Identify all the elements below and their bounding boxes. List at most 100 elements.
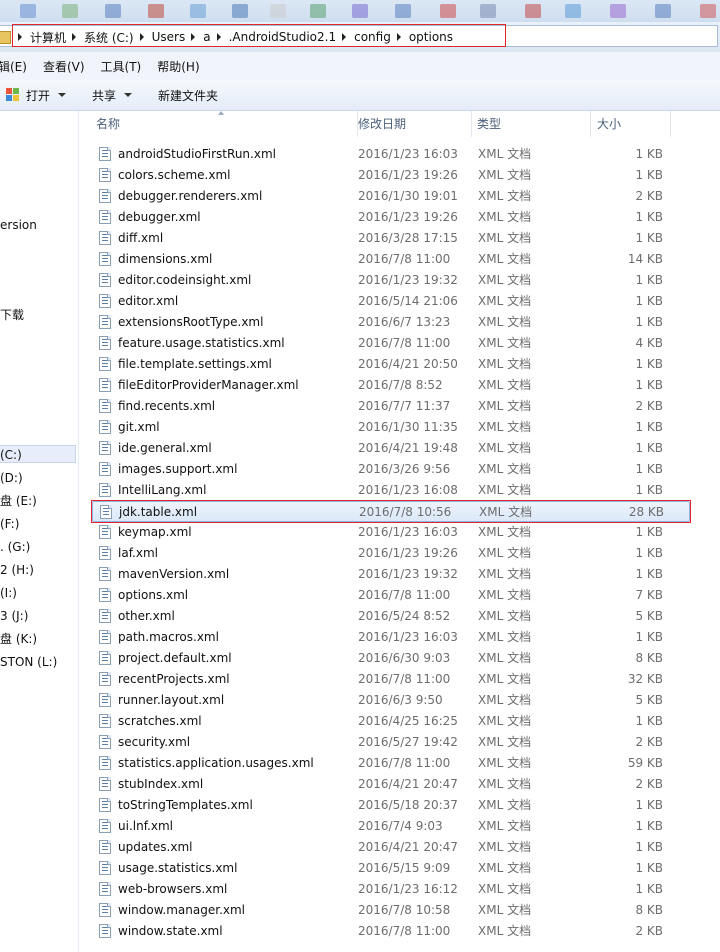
file-type: XML 文档: [478, 735, 532, 749]
table-row[interactable]: laf.xml 2016/1/23 19:26 XML 文档 1 KB: [92, 543, 690, 564]
nav-drive-item[interactable]: (D:): [0, 469, 23, 487]
file-name: scratches.xml: [118, 714, 202, 728]
nav-item[interactable]: ersion: [0, 216, 37, 234]
file-type: XML 文档: [478, 399, 532, 413]
file-type: XML 文档: [478, 630, 532, 644]
chevron-down-icon[interactable]: [124, 93, 133, 97]
nav-item[interactable]: 下载: [0, 306, 24, 324]
table-row[interactable]: web-browsers.xml 2016/1/23 16:12 XML 文档 1 K…: [92, 879, 690, 900]
table-row[interactable]: fileEditorProviderManager.xml 2016/7/8 8:…: [92, 375, 690, 396]
column-name[interactable]: 名称: [90, 111, 358, 137]
table-row[interactable]: recentProjects.xml 2016/7/8 11:00 XML 文档 32…: [92, 669, 690, 690]
table-row[interactable]: find.recents.xml 2016/7/7 11:37 XML 文档 2 KB: [92, 396, 690, 417]
nav-drive-item[interactable]: (C:): [0, 445, 76, 463]
nav-drive-item[interactable]: 盘 (E:): [0, 492, 37, 510]
file-type: XML 文档: [478, 756, 532, 770]
table-row[interactable]: colors.scheme.xml 2016/1/23 19:26 XML 文档 1 …: [92, 165, 690, 186]
table-row[interactable]: other.xml 2016/5/24 8:52 XML 文档 5 KB: [92, 606, 690, 627]
xml-file-icon: [99, 399, 111, 413]
table-row[interactable]: debugger.renderers.xml 2016/1/30 19:01 XML…: [92, 186, 690, 207]
menu-item[interactable]: 查看(V): [43, 58, 85, 75]
table-row[interactable]: statistics.application.usages.xml 2016/7/…: [92, 753, 690, 774]
file-date: 2016/7/8 11:00: [358, 924, 451, 938]
table-row[interactable]: editor.codeinsight.xml 2016/1/23 19:32 XML…: [92, 270, 690, 291]
address-highlight-box: [12, 24, 506, 47]
file-size: 1 KB: [635, 525, 663, 539]
file-name: keymap.xml: [118, 525, 192, 539]
menu-item[interactable]: 工具(T): [101, 58, 142, 75]
file-type: XML 文档: [478, 441, 532, 455]
table-row[interactable]: extensionsRootType.xml 2016/6/7 13:23 XML …: [92, 312, 690, 333]
file-type: XML 文档: [478, 840, 532, 854]
chevron-down-icon[interactable]: [58, 93, 67, 97]
table-row[interactable]: file.template.settings.xml 2016/4/21 20:5…: [92, 354, 690, 375]
file-size: 1 KB: [635, 315, 663, 329]
file-date: 2016/7/8 10:58: [358, 903, 451, 917]
nav-drive-item[interactable]: 2 (H:): [0, 561, 34, 579]
table-row[interactable]: git.xml 2016/1/30 11:35 XML 文档 1 KB: [92, 417, 690, 438]
file-date: 2016/4/21 20:50: [358, 357, 458, 371]
table-row[interactable]: stubIndex.xml 2016/4/21 20:47 XML 文档 2 KB: [92, 774, 690, 795]
table-row[interactable]: editor.xml 2016/5/14 21:06 XML 文档 1 KB: [92, 291, 690, 312]
table-row[interactable]: ui.lnf.xml 2016/7/4 9:03 XML 文档 1 KB: [92, 816, 690, 837]
table-row[interactable]: options.xml 2016/7/8 11:00 XML 文档 7 KB: [92, 585, 690, 606]
file-name: git.xml: [118, 420, 160, 434]
file-date: 2016/1/30 11:35: [358, 420, 458, 434]
file-name: debugger.xml: [118, 210, 201, 224]
table-row[interactable]: ide.general.xml 2016/4/21 19:48 XML 文档 1 KB: [92, 438, 690, 459]
file-name: feature.usage.statistics.xml: [118, 336, 285, 350]
file-date: 2016/5/27 19:42: [358, 735, 458, 749]
nav-drive-item[interactable]: STON (L:): [0, 653, 57, 671]
table-row[interactable]: images.support.xml 2016/3/26 9:56 XML 文档 1 …: [92, 459, 690, 480]
table-row[interactable]: security.xml 2016/5/27 19:42 XML 文档 2 KB: [92, 732, 690, 753]
file-name: window.state.xml: [118, 924, 223, 938]
table-row[interactable]: usage.statistics.xml 2016/5/15 9:09 XML 文档…: [92, 858, 690, 879]
table-row[interactable]: IntelliLang.xml 2016/1/23 16:08 XML 文档 1 KB: [92, 480, 690, 501]
table-row[interactable]: path.macros.xml 2016/1/23 16:03 XML 文档 1 KB: [92, 627, 690, 648]
xml-file-icon: [99, 252, 111, 266]
file-size: 1 KB: [635, 210, 663, 224]
column-size[interactable]: 大小: [591, 111, 671, 137]
file-type: XML 文档: [478, 651, 532, 665]
table-row[interactable]: mavenVersion.xml 2016/1/23 19:32 XML 文档 1 K…: [92, 564, 690, 585]
file-name: file.template.settings.xml: [118, 357, 272, 371]
nav-drive-item[interactable]: 3 (J:): [0, 607, 28, 625]
table-row[interactable]: androidStudioFirstRun.xml 2016/1/23 16:03…: [92, 144, 690, 165]
table-row[interactable]: window.manager.xml 2016/7/8 10:58 XML 文档 8 …: [92, 900, 690, 921]
table-row[interactable]: keymap.xml 2016/1/23 16:03 XML 文档 1 KB: [92, 522, 690, 543]
table-row[interactable]: updates.xml 2016/4/21 20:47 XML 文档 1 KB: [92, 837, 690, 858]
open-button[interactable]: 打开: [6, 87, 67, 104]
menu-item[interactable]: 帮助(H): [157, 58, 199, 75]
table-row[interactable]: debugger.xml 2016/1/23 19:26 XML 文档 1 KB: [92, 207, 690, 228]
table-row[interactable]: scratches.xml 2016/4/25 16:25 XML 文档 1 KB: [92, 711, 690, 732]
nav-drive-item[interactable]: . (G:): [0, 538, 30, 556]
table-row[interactable]: dimensions.xml 2016/7/8 11:00 XML 文档 14 KB: [92, 249, 690, 270]
file-type: XML 文档: [478, 231, 532, 245]
file-size: 1 KB: [635, 168, 663, 182]
table-row[interactable]: toStringTemplates.xml 2016/5/18 20:37 XML …: [92, 795, 690, 816]
menu-item[interactable]: 辑(E): [0, 58, 27, 75]
file-size: 1 KB: [635, 378, 663, 392]
file-date: 2016/1/30 19:01: [358, 189, 458, 203]
file-name: other.xml: [118, 609, 175, 623]
column-type[interactable]: 类型: [471, 111, 591, 137]
table-row[interactable]: runner.layout.xml 2016/6/3 9:50 XML 文档 5 KB: [92, 690, 690, 711]
nav-drive-item[interactable]: (I:): [0, 584, 17, 602]
nav-drive-item[interactable]: (F:): [0, 515, 19, 533]
table-row[interactable]: diff.xml 2016/3/28 17:15 XML 文档 1 KB: [92, 228, 690, 249]
xml-file-icon: [99, 483, 111, 497]
file-type: XML 文档: [478, 357, 532, 371]
file-name: path.macros.xml: [118, 630, 219, 644]
column-date[interactable]: 修改日期: [352, 111, 472, 137]
file-type: XML 文档: [478, 903, 532, 917]
new-folder-button[interactable]: 新建文件夹: [158, 87, 218, 104]
column-header: 名称 修改日期 类型 大小: [80, 111, 720, 137]
file-date: 2016/1/23 16:03: [358, 525, 458, 539]
table-row[interactable]: window.state.xml 2016/7/8 11:00 XML 文档 2 KB: [92, 921, 690, 942]
share-button[interactable]: 共享: [92, 87, 133, 104]
table-row[interactable]: project.default.xml 2016/6/30 9:03 XML 文档 8…: [92, 648, 690, 669]
xml-file-icon: [99, 903, 111, 917]
table-row[interactable]: feature.usage.statistics.xml 2016/7/8 11:…: [92, 333, 690, 354]
file-type: XML 文档: [478, 336, 532, 350]
nav-drive-item[interactable]: 盘 (K:): [0, 630, 37, 648]
